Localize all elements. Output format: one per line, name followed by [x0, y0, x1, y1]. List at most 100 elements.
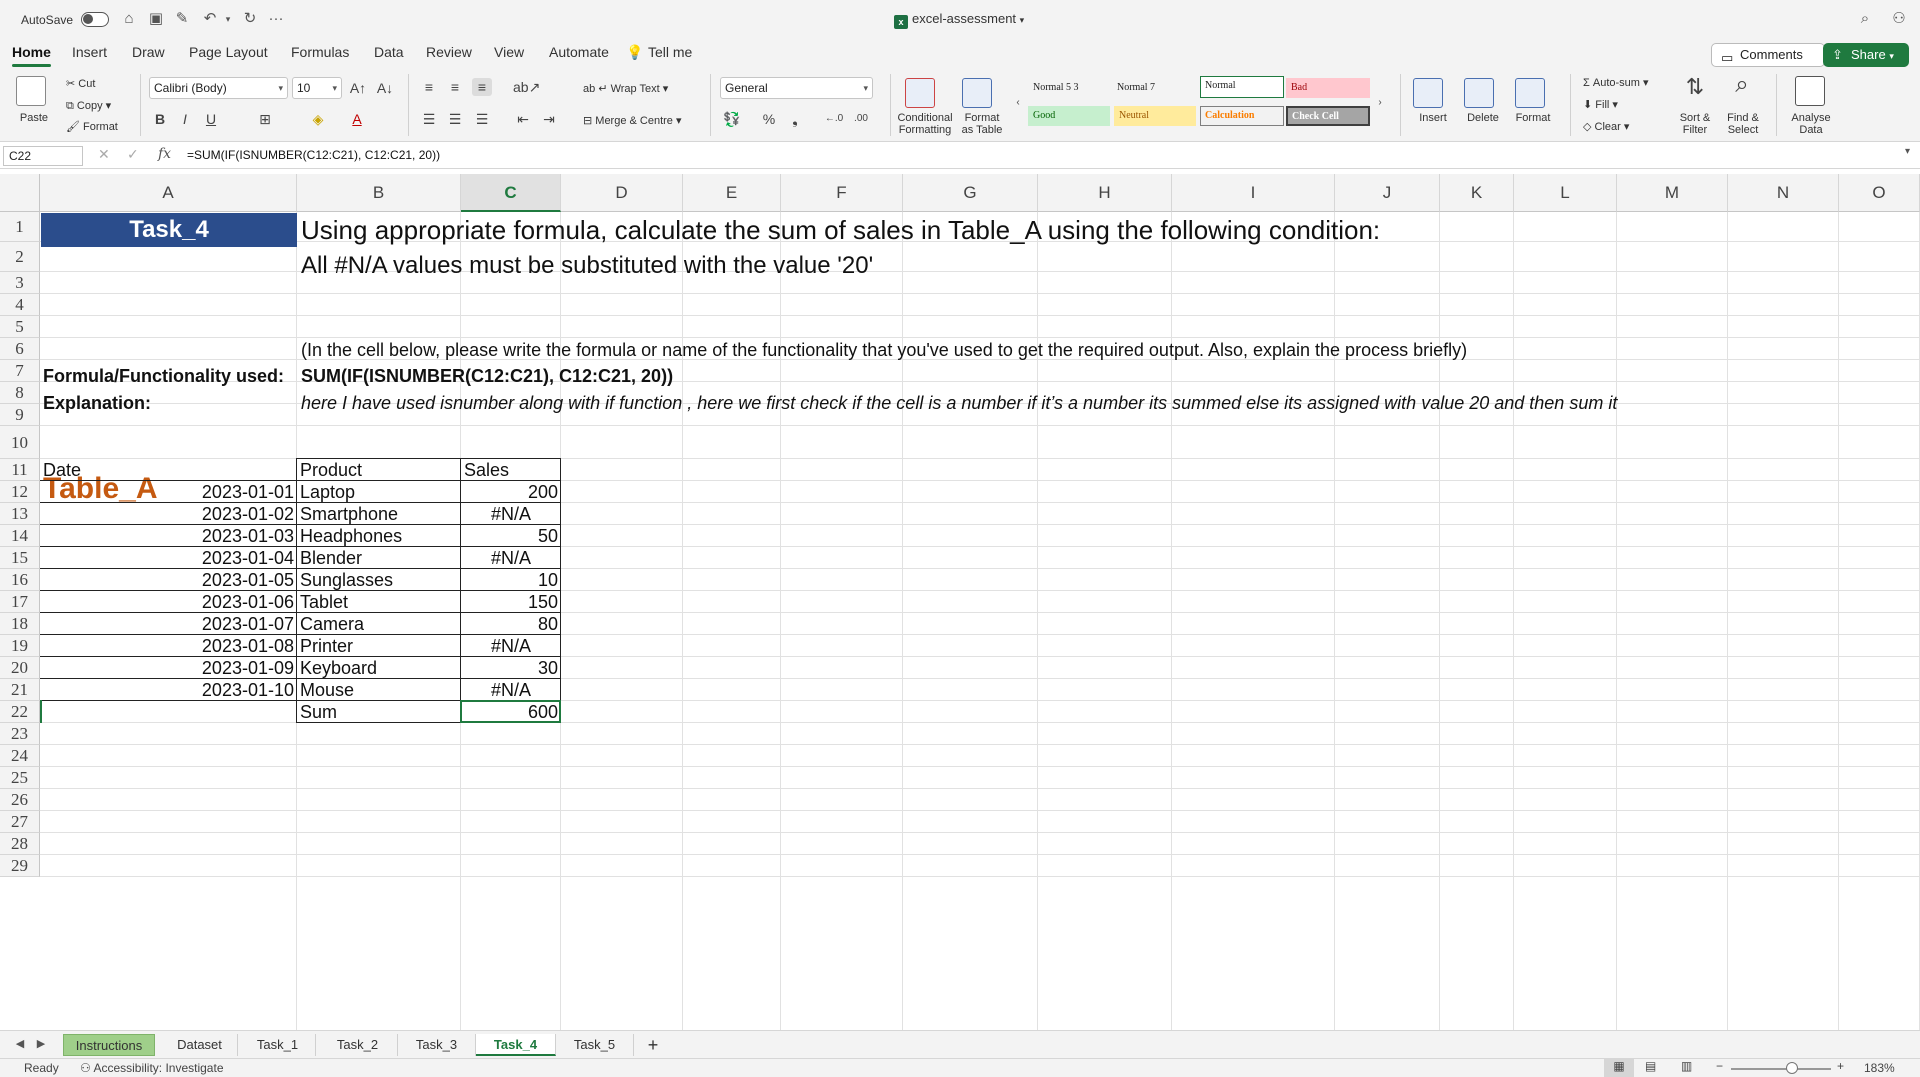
add-sheet-button[interactable]: + — [640, 1034, 666, 1056]
paste-icon[interactable] — [16, 76, 46, 106]
date-cell[interactable]: 2023-01-06 — [40, 591, 297, 613]
insert-cells-button[interactable]: Insert — [1408, 112, 1458, 124]
insert-cells-icon[interactable] — [1413, 78, 1443, 108]
increase-decimal-icon[interactable]: ←.0 — [824, 110, 844, 128]
date-cell[interactable]: 2023-01-10 — [40, 679, 297, 701]
row-header-29[interactable]: 29 — [0, 855, 40, 877]
tab-tell-me[interactable]: Tell me — [648, 44, 692, 60]
style-good[interactable]: Good — [1028, 106, 1110, 126]
styles-prev-icon[interactable]: ‹ — [1008, 94, 1028, 112]
date-cell[interactable]: 2023-01-02 — [40, 503, 297, 525]
row-header-28[interactable]: 28 — [0, 833, 40, 855]
normal-view-icon[interactable]: ▦ — [1604, 1059, 1634, 1077]
style-normal[interactable]: Normal — [1200, 76, 1284, 98]
conditional-formatting-button[interactable]: Conditional Formatting — [890, 112, 960, 136]
sales-cell[interactable]: 30 — [461, 657, 561, 679]
table-header-sales[interactable]: Sales — [461, 459, 561, 481]
date-cell[interactable]: 2023-01-05 — [40, 569, 297, 591]
style-normal-5-3[interactable]: Normal 5 3 — [1028, 78, 1110, 98]
conditional-formatting-icon[interactable] — [905, 78, 935, 108]
style-bad[interactable]: Bad — [1286, 78, 1370, 98]
confirm-icon[interactable]: ✓ — [127, 146, 139, 163]
row-header-27[interactable]: 27 — [0, 811, 40, 833]
sheet-tab-task-3[interactable]: Task_3 — [398, 1034, 476, 1056]
tab-insert[interactable]: Insert — [72, 44, 107, 60]
tab-page-layout[interactable]: Page Layout — [189, 44, 268, 60]
row-header-6[interactable]: 6 — [0, 338, 40, 360]
sheet-tab-task-5[interactable]: Task_5 — [556, 1034, 634, 1056]
orientation-icon[interactable]: ab↗ — [513, 78, 540, 96]
row-header-22[interactable]: 22 — [0, 701, 40, 723]
instruction-row1[interactable]: Using appropriate formula, calculate the… — [298, 215, 1383, 246]
product-cell[interactable]: Tablet — [297, 591, 461, 613]
spreadsheet-grid[interactable]: ABCDEFGHIJKLMNO 1 2 3 4 5 6 7 8 9 10 11 12 13 14 15 16 1… — [0, 174, 1920, 1030]
formula-input[interactable]: =SUM(IF(ISNUMBER(C12:C21), C12:C21, 20)) — [187, 148, 440, 162]
currency-icon[interactable]: 💱 — [722, 110, 742, 128]
sales-cell[interactable]: 10 — [461, 569, 561, 591]
date-cell[interactable]: 2023-01-08 — [40, 635, 297, 657]
analyse-data-button[interactable]: Analyse Data — [1785, 112, 1837, 136]
column-header-n[interactable]: N — [1728, 174, 1839, 212]
sales-cell[interactable]: #N/A — [461, 679, 561, 701]
comma-style-icon[interactable]: ❟ — [785, 110, 805, 128]
style-neutral[interactable]: Neutral — [1114, 106, 1196, 126]
find-select-button[interactable]: Find & Select — [1718, 112, 1768, 136]
autosave-toggle[interactable] — [81, 12, 109, 27]
row-header-15[interactable]: 15 — [0, 547, 40, 569]
sort-filter-button[interactable]: Sort & Filter — [1670, 112, 1720, 136]
align-left-icon[interactable]: ☰ — [419, 110, 439, 128]
row-header-10[interactable]: 10 — [0, 426, 40, 459]
align-top-icon[interactable]: ≡ — [419, 78, 439, 96]
align-bottom-icon[interactable]: ≡ — [472, 78, 492, 96]
row-header-7[interactable]: 7 — [0, 360, 40, 382]
undo-icon[interactable]: ↶ — [200, 9, 220, 29]
find-select-icon[interactable]: ⌕ — [1727, 73, 1757, 106]
row-header-18[interactable]: 18 — [0, 613, 40, 635]
sales-cell[interactable]: 80 — [461, 613, 561, 635]
sales-cell[interactable]: 50 — [461, 525, 561, 547]
save-as-icon[interactable]: ✎ — [172, 9, 192, 29]
undo-dropdown-icon[interactable]: ▾ — [218, 9, 238, 29]
font-color-icon[interactable]: A — [347, 110, 367, 128]
home-icon[interactable]: ⌂ — [119, 9, 139, 29]
row-header-26[interactable]: 26 — [0, 789, 40, 811]
analyse-data-icon[interactable] — [1795, 76, 1825, 106]
format-cells-button[interactable]: Format — [1508, 112, 1558, 124]
scroll-left-icon[interactable]: ◀ — [10, 1034, 30, 1054]
row-header-1[interactable]: 1 — [0, 212, 40, 242]
align-center-icon[interactable]: ☰ — [445, 110, 465, 128]
column-header-b[interactable]: B — [297, 174, 461, 212]
date-cell[interactable]: 2023-01-03 — [40, 525, 297, 547]
explanation-label[interactable]: Explanation: — [40, 393, 154, 414]
column-header-g[interactable]: G — [903, 174, 1038, 212]
product-cell[interactable]: Laptop — [297, 481, 461, 503]
delete-cells-button[interactable]: Delete — [1458, 112, 1508, 124]
align-right-icon[interactable]: ☰ — [472, 110, 492, 128]
instruction-row2[interactable]: All #N/A values must be substituted with… — [298, 252, 876, 280]
column-header-o[interactable]: O — [1839, 174, 1920, 212]
column-header-l[interactable]: L — [1514, 174, 1617, 212]
sheet-tab-task-1[interactable]: Task_1 — [240, 1034, 316, 1056]
date-cell[interactable]: 2023-01-09 — [40, 657, 297, 679]
number-format-select[interactable]: General ▾ — [720, 77, 873, 99]
product-cell[interactable]: Blender — [297, 547, 461, 569]
row-header-25[interactable]: 25 — [0, 767, 40, 789]
paste-button[interactable]: Paste — [14, 112, 54, 124]
product-cell[interactable]: Printer — [297, 635, 461, 657]
column-header-d[interactable]: D — [561, 174, 683, 212]
decrease-font-icon[interactable]: A↓ — [375, 79, 395, 97]
row-header-14[interactable]: 14 — [0, 525, 40, 547]
name-box[interactable]: C22 — [3, 146, 83, 166]
scroll-right-icon[interactable]: ▶ — [31, 1034, 51, 1054]
row-header-23[interactable]: 23 — [0, 723, 40, 745]
sheet-tab-task-4[interactable]: Task_4 — [476, 1034, 556, 1056]
row-header-20[interactable]: 20 — [0, 657, 40, 679]
task-title-cell[interactable]: Task_4 — [41, 213, 297, 247]
date-cell[interactable]: 2023-01-04 — [40, 547, 297, 569]
row-header-11[interactable]: 11 — [0, 459, 40, 481]
expand-formula-icon[interactable]: ▾ — [1905, 146, 1910, 157]
sales-cell[interactable]: 150 — [461, 591, 561, 613]
product-cell[interactable]: Keyboard — [297, 657, 461, 679]
column-header-i[interactable]: I — [1172, 174, 1335, 212]
row-header-19[interactable]: 19 — [0, 635, 40, 657]
